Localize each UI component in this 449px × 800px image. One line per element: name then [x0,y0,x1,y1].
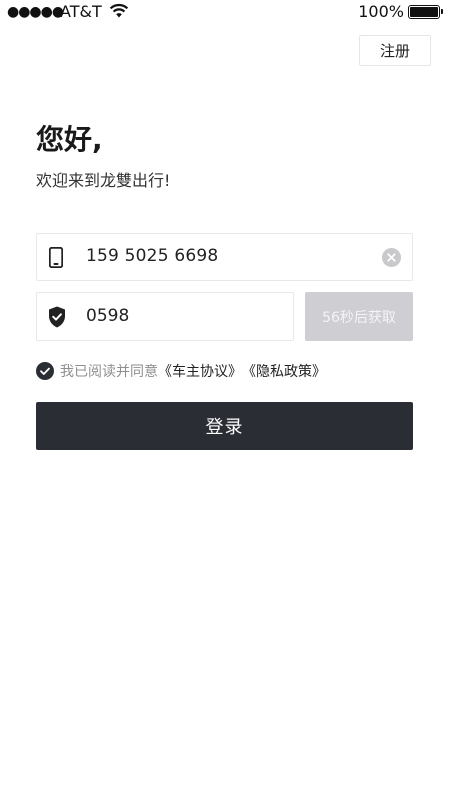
battery-icon [408,5,443,19]
phone-icon [49,247,63,268]
battery-fill [410,7,438,17]
greeting-title: 您好, [36,123,103,156]
phone-number-value: 159 5025 6698 [86,246,219,266]
clear-icon[interactable] [382,248,401,267]
wifi-icon [109,3,129,18]
carrier-name: AT&T [60,2,102,21]
shield-check-icon [49,306,65,328]
register-button[interactable]: 注册 [359,35,431,66]
check-circle-icon[interactable] [36,362,54,380]
welcome-text: 欢迎来到龙雙出行! [36,171,171,190]
phone-input[interactable]: 159 5025 6698 [36,233,413,281]
verification-code-value: 0598 [86,306,130,326]
verification-code-input[interactable]: 0598 [36,292,294,341]
get-code-button[interactable]: 56秒后获取 [305,292,413,341]
login-button[interactable]: 登录 [36,402,413,450]
privacy-policy-link[interactable]: 《隐私政策》 [242,361,326,381]
battery-percentage: 100% [358,2,404,21]
status-bar: ●●●●● AT&T 100% [0,0,449,24]
agreement-row: 我已阅读并同意 《车主协议》 《隐私政策》 [36,361,326,381]
signal-strength: ●●●●● [7,4,64,20]
agreement-prefix: 我已阅读并同意 [60,364,158,380]
driver-agreement-link[interactable]: 《车主协议》 [158,361,242,381]
